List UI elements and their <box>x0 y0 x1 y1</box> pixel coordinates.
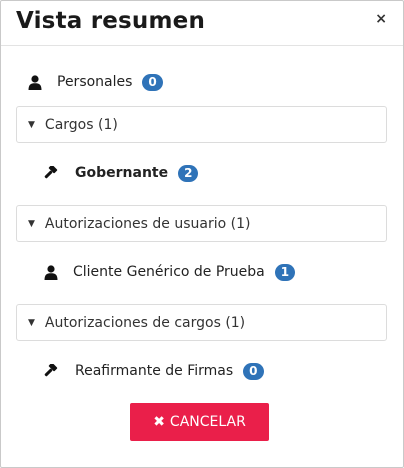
caret-down-icon: ▼ <box>28 119 35 130</box>
modal-header: Vista resumen × <box>1 1 403 46</box>
cargo-item-count-badge: 2 <box>178 164 199 182</box>
user-icon <box>26 74 44 90</box>
cargos-auth-item-label: Reafirmante de Firmas <box>75 363 234 379</box>
cargos-auth-item: Reafirmante de Firmas 0 <box>1 360 403 382</box>
section-cargos[interactable]: ▼ Cargos (1) <box>16 106 387 143</box>
cargos-auth-item-count-badge: 0 <box>243 362 264 380</box>
section-autorizaciones-usuario[interactable]: ▼ Autorizaciones de usuario (1) <box>16 205 387 242</box>
modal-title: Vista resumen <box>16 8 206 34</box>
section-autorizaciones-cargos[interactable]: ▼ Autorizaciones de cargos (1) <box>16 304 387 341</box>
cargo-item-label: Gobernante <box>75 165 169 181</box>
close-button[interactable]: × <box>375 11 387 27</box>
gavel-icon <box>42 165 60 181</box>
close-icon: ✖ <box>153 414 165 430</box>
personales-label: Personales <box>57 74 133 90</box>
usuario-item-label: Cliente Genérico de Prueba <box>73 264 265 280</box>
caret-down-icon: ▼ <box>28 317 35 328</box>
user-icon <box>42 264 60 280</box>
section-header-label: Autorizaciones de cargos (1) <box>44 314 246 331</box>
cancel-button[interactable]: ✖ CANCELAR <box>130 403 269 441</box>
usuario-item-count-badge: 1 <box>274 263 296 281</box>
usuario-item: Cliente Genérico de Prueba 1 <box>1 261 403 283</box>
cancel-label: CANCELAR <box>169 414 246 430</box>
cargo-item: Gobernante 2 <box>1 162 403 184</box>
personales-row: Personales 0 <box>1 71 403 93</box>
section-header-label: Cargos (1) <box>44 116 118 133</box>
summary-modal: Vista resumen × Personales 0 ▼ Cargos (1… <box>0 0 404 468</box>
caret-down-icon: ▼ <box>28 218 35 229</box>
gavel-icon <box>42 363 60 379</box>
section-header-label: Autorizaciones de usuario (1) <box>44 215 251 232</box>
personales-count-badge: 0 <box>142 73 163 91</box>
